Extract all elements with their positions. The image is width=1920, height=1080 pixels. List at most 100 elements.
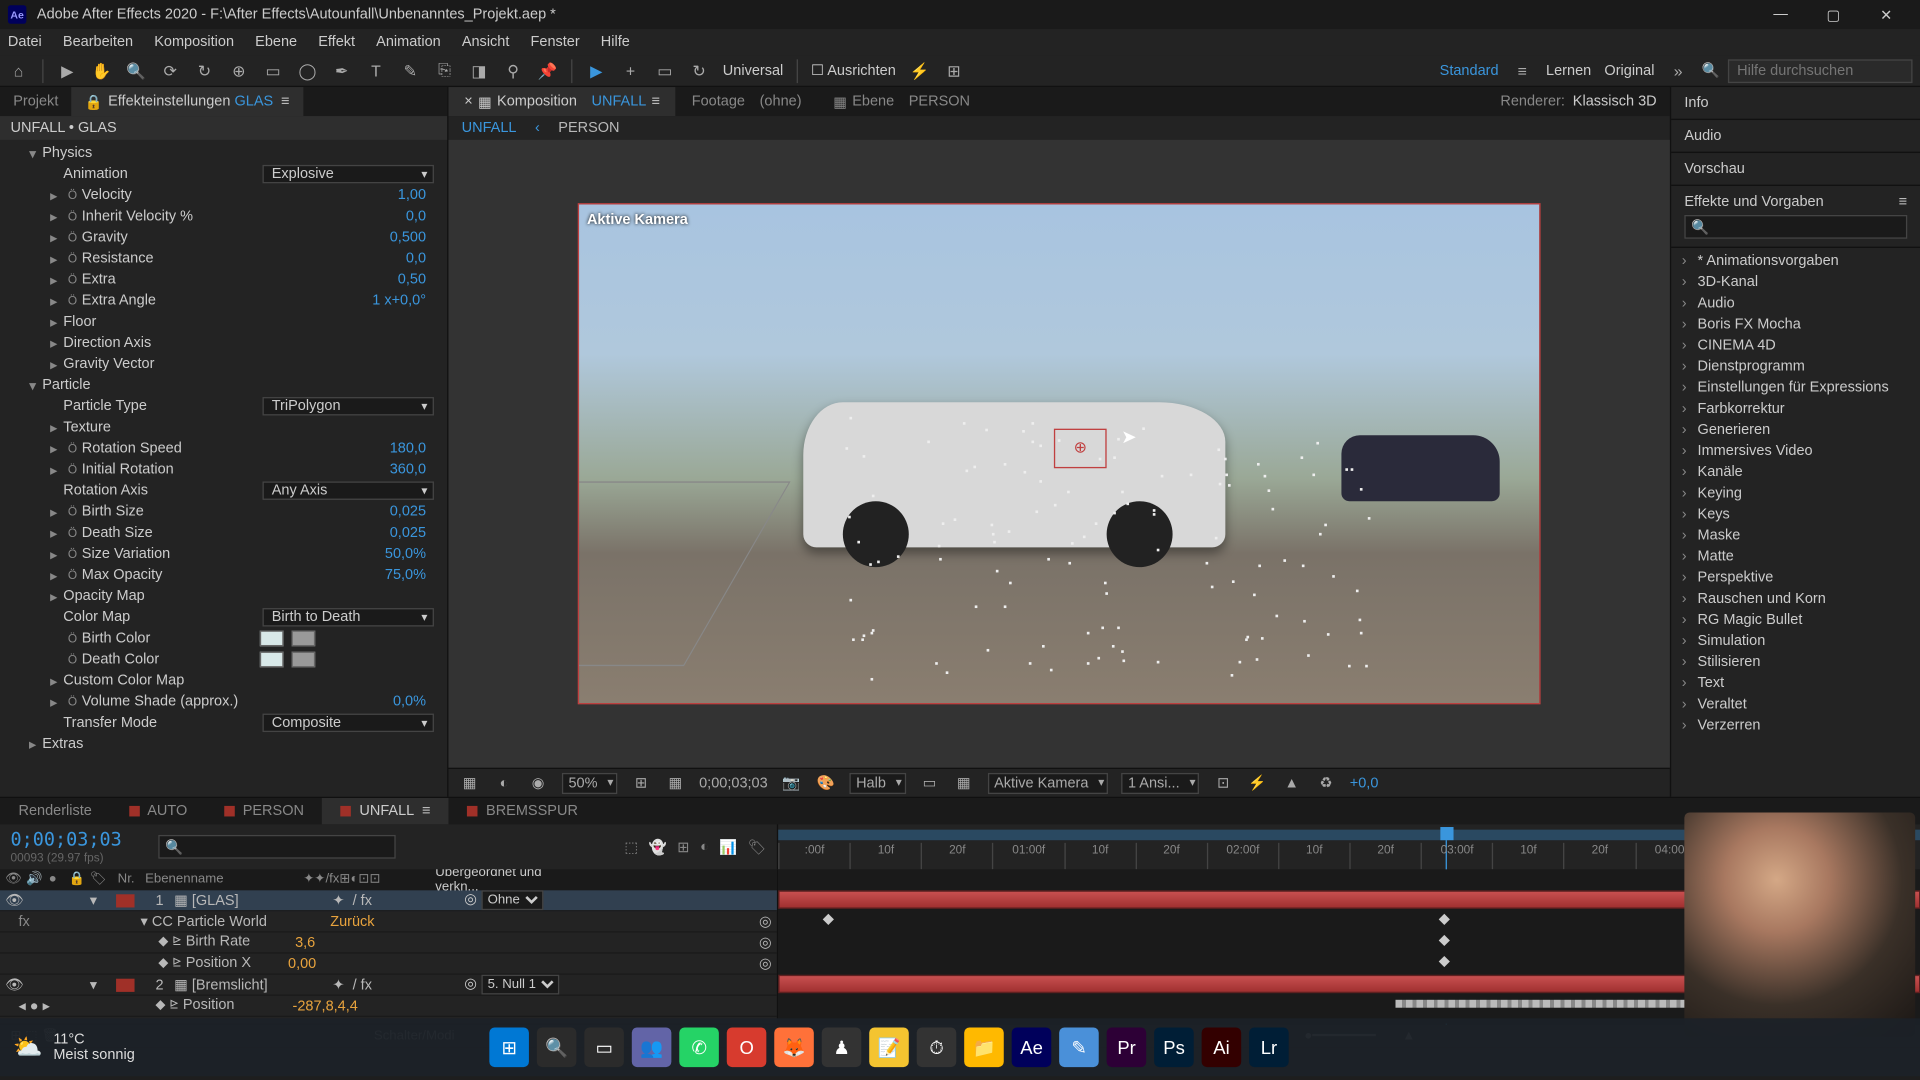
alpha-icon[interactable]: ▦ bbox=[459, 774, 480, 791]
prop-value[interactable]: 0,025 bbox=[390, 525, 426, 541]
brush-tool-icon[interactable]: ✎ bbox=[400, 60, 421, 81]
prop-value[interactable]: 50,0% bbox=[385, 546, 426, 562]
effect-category[interactable]: Keying bbox=[1671, 483, 1920, 504]
timeline-tab-unfall[interactable]: UNFALL ≡ bbox=[322, 798, 449, 824]
taskbar-app[interactable]: 📁 bbox=[964, 1028, 1004, 1068]
prop-value[interactable]: 0,0 bbox=[406, 251, 426, 267]
composition-viewer[interactable]: Aktive Kamera ➤ bbox=[448, 140, 1669, 768]
effect-category[interactable]: Audio bbox=[1671, 293, 1920, 314]
taskbar-app[interactable]: ✆ bbox=[679, 1028, 719, 1068]
timeline-tab-auto[interactable]: AUTO bbox=[110, 798, 205, 824]
anchor-tool-icon[interactable]: ⊕ bbox=[228, 60, 249, 81]
taskbar-app[interactable]: Ps bbox=[1154, 1028, 1194, 1068]
taskbar-app[interactable]: ⏱ bbox=[917, 1028, 957, 1068]
grid-icon[interactable]: ⊞ bbox=[943, 60, 964, 81]
zoom-tool-icon[interactable]: 🔍 bbox=[125, 60, 146, 81]
effect-category[interactable]: Immersives Video bbox=[1671, 441, 1920, 462]
taskbar-app[interactable]: 📝 bbox=[869, 1028, 909, 1068]
taskbar-app[interactable]: Ai bbox=[1202, 1028, 1242, 1068]
ruler-tick[interactable]: 10f bbox=[1492, 843, 1563, 869]
puppet-tool-icon[interactable]: 📌 bbox=[537, 60, 558, 81]
menu-hilfe[interactable]: Hilfe bbox=[601, 34, 630, 50]
timeline-search[interactable]: 🔍 bbox=[159, 835, 396, 859]
tl-marker-icon[interactable]: 🏷 bbox=[748, 838, 766, 855]
effect-category[interactable]: Dienstprogramm bbox=[1671, 356, 1920, 377]
effect-controls-tab[interactable]: 🔒 Effekteinstellungen GLAS ≡ bbox=[72, 87, 303, 116]
effect-category[interactable]: RG Magic Bullet bbox=[1671, 609, 1920, 630]
3d-icon[interactable]: ▲ bbox=[1281, 775, 1302, 791]
menu-komposition[interactable]: Komposition bbox=[154, 34, 234, 50]
ellipse-tool-icon[interactable]: ◯ bbox=[297, 60, 318, 81]
prop-row[interactable]: ⬥ ⊵ Position X0,00◎ bbox=[0, 954, 777, 975]
menu-ansicht[interactable]: Ansicht bbox=[462, 34, 510, 50]
prop-value[interactable]: 75,0% bbox=[385, 567, 426, 583]
effect-gizmo[interactable] bbox=[1054, 429, 1107, 469]
prop-value[interactable]: 180,0 bbox=[390, 441, 426, 457]
maximize-button[interactable]: ▢ bbox=[1807, 6, 1860, 23]
rotate-tool-icon[interactable]: ↻ bbox=[194, 60, 215, 81]
taskbar-app[interactable]: O bbox=[727, 1028, 767, 1068]
prop-value[interactable]: 0,0% bbox=[393, 694, 426, 710]
transparency-icon[interactable]: ▦ bbox=[953, 774, 974, 791]
taskbar-app[interactable]: 👥 bbox=[632, 1028, 672, 1068]
selection-tool-icon[interactable]: ▶ bbox=[57, 60, 78, 81]
exposure-value[interactable]: +0,0 bbox=[1350, 775, 1379, 791]
effect-category[interactable]: Maske bbox=[1671, 525, 1920, 546]
roto-tool-icon[interactable]: ⚲ bbox=[503, 60, 524, 81]
prop-value[interactable]: 360,0 bbox=[390, 462, 426, 478]
effect-category[interactable]: Verzerren bbox=[1671, 715, 1920, 736]
snapshot-icon[interactable]: 📷 bbox=[781, 774, 802, 791]
effect-category[interactable]: CINEMA 4D bbox=[1671, 335, 1920, 356]
tl-comp-icon[interactable]: ⬚ bbox=[624, 838, 638, 855]
audio-panel-header[interactable]: Audio bbox=[1671, 120, 1920, 153]
add-icon[interactable]: + bbox=[620, 60, 641, 81]
prop-row[interactable]: ◂ ● ▸⬥ ⊵ Position-287,8,4,4 bbox=[0, 996, 777, 1017]
menu-bearbeiten[interactable]: Bearbeiten bbox=[63, 34, 133, 50]
ruler-tick[interactable]: 03:00f bbox=[1421, 843, 1492, 869]
prop-value[interactable]: 1 x+0,0° bbox=[372, 293, 426, 309]
tl-frame-blend-icon[interactable]: ⊞ bbox=[677, 838, 689, 855]
taskbar-app[interactable]: 🦊 bbox=[774, 1028, 814, 1068]
effect-category[interactable]: Perspektive bbox=[1671, 567, 1920, 588]
taskbar-app[interactable]: ♟ bbox=[822, 1028, 862, 1068]
prop-animation-dropdown[interactable]: Explosive bbox=[262, 165, 433, 183]
workspace-standard[interactable]: Standard bbox=[1440, 63, 1499, 79]
zoom-dropdown[interactable]: 50% bbox=[562, 772, 617, 793]
effect-category[interactable]: Veraltet bbox=[1671, 694, 1920, 715]
grid2-icon[interactable]: ▦ bbox=[665, 774, 686, 791]
prop-particle-type-dropdown[interactable]: TriPolygon bbox=[262, 397, 433, 415]
menu-fenster[interactable]: Fenster bbox=[531, 34, 580, 50]
timeline-tab-bremsspur[interactable]: BREMSSPUR bbox=[449, 798, 596, 824]
workspace-original[interactable]: Original bbox=[1604, 63, 1654, 79]
taskbar-app[interactable]: 🔍 bbox=[537, 1028, 577, 1068]
rect-tool-icon[interactable]: ▭ bbox=[262, 60, 283, 81]
workspace-menu-icon[interactable]: ≡ bbox=[1512, 60, 1533, 81]
prop-value[interactable]: 0,0 bbox=[406, 208, 426, 224]
taskbar-app[interactable]: Ae bbox=[1012, 1028, 1052, 1068]
tl-mb-icon[interactable]: ◐ bbox=[700, 838, 709, 855]
taskbar-app[interactable]: ⊞ bbox=[489, 1028, 529, 1068]
mask-icon[interactable]: ◐ bbox=[493, 775, 514, 791]
effect-category[interactable]: Farbkorrektur bbox=[1671, 398, 1920, 419]
region-icon[interactable]: ▭ bbox=[919, 774, 940, 791]
stamp-tool-icon[interactable]: ⎘ bbox=[434, 60, 455, 81]
close-button[interactable]: ✕ bbox=[1860, 6, 1913, 23]
prop-value[interactable]: 1,00 bbox=[398, 187, 426, 203]
ruler-tick[interactable]: 20f bbox=[1349, 843, 1420, 869]
viewer-timecode[interactable]: 0;00;03;03 bbox=[699, 775, 768, 791]
taskbar-app[interactable]: ✎ bbox=[1059, 1028, 1099, 1068]
hand-tool-icon[interactable]: ✋ bbox=[91, 60, 112, 81]
ruler-tick[interactable]: :00f bbox=[778, 843, 849, 869]
ruler-tick[interactable]: 10f bbox=[850, 843, 921, 869]
ruler-tick[interactable]: 01:00f bbox=[992, 843, 1063, 869]
panel-menu-icon[interactable]: ≡ bbox=[1899, 194, 1907, 210]
safe-icon[interactable]: ⊞ bbox=[631, 774, 652, 791]
views-count-dropdown[interactable]: 1 Ansi... bbox=[1121, 772, 1199, 793]
weather-widget[interactable]: ⛅ 11°C Meist sonnig bbox=[13, 1031, 135, 1063]
prop-transfer-mode-dropdown[interactable]: Composite bbox=[262, 714, 433, 732]
minimize-button[interactable]: — bbox=[1754, 7, 1807, 23]
workspace-more-icon[interactable]: » bbox=[1668, 60, 1689, 81]
effect-category[interactable]: 3D-Kanal bbox=[1671, 272, 1920, 293]
playhead[interactable] bbox=[1441, 827, 1454, 840]
pen-tool-icon[interactable]: ✒ bbox=[331, 60, 352, 81]
